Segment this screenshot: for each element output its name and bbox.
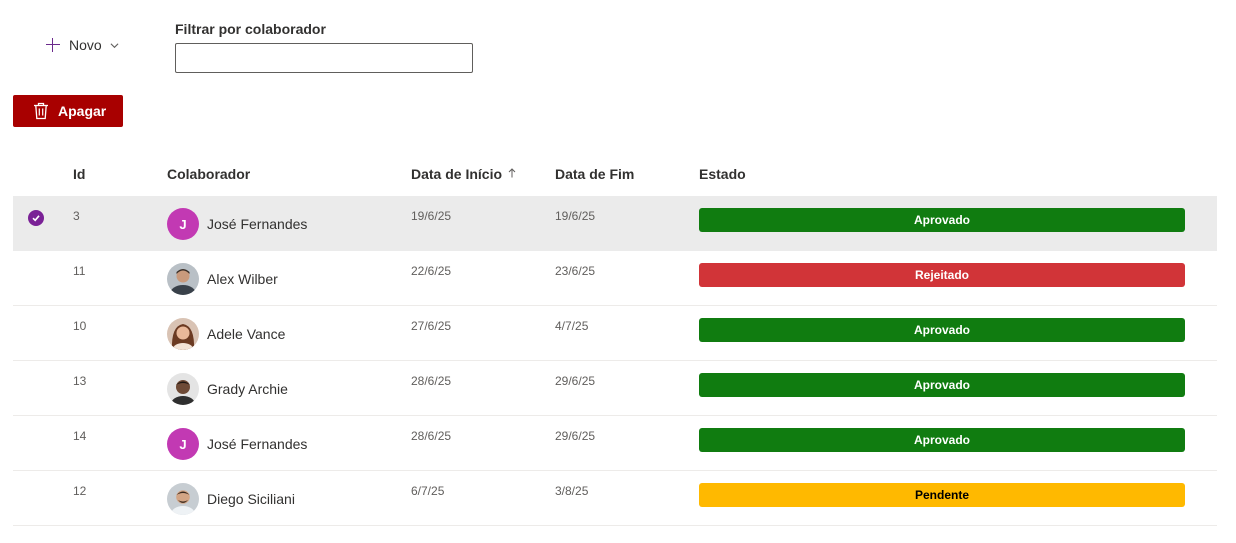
cell-collaborator: Diego Siciliani bbox=[207, 491, 295, 507]
cell-id: 12 bbox=[73, 484, 87, 498]
table-row[interactable]: 11 Alex Wilber 22/6/25 23/6/25 Rejeitado bbox=[13, 251, 1217, 306]
status-badge: Aprovado bbox=[699, 208, 1185, 232]
avatar: J bbox=[167, 208, 199, 240]
status-badge: Aprovado bbox=[699, 428, 1185, 452]
cell-end-date: 29/6/25 bbox=[555, 374, 596, 388]
column-header-id[interactable]: Id bbox=[73, 166, 85, 182]
column-header-start-date[interactable]: Data de Início bbox=[411, 166, 516, 182]
table-row[interactable]: 14 J José Fernandes 28/6/25 29/6/25 Apro… bbox=[13, 416, 1217, 471]
filter-label: Filtrar por colaborador bbox=[175, 21, 326, 37]
cell-end-date: 29/6/25 bbox=[555, 429, 596, 443]
trash-icon bbox=[34, 102, 48, 120]
cell-collaborator: Alex Wilber bbox=[207, 271, 278, 287]
avatar bbox=[167, 373, 199, 405]
cell-id: 14 bbox=[73, 429, 87, 443]
column-header-collaborator[interactable]: Colaborador bbox=[167, 166, 250, 182]
new-button[interactable]: Novo bbox=[40, 32, 119, 58]
cell-collaborator: José Fernandes bbox=[207, 436, 308, 452]
avatar-initial: J bbox=[179, 436, 187, 452]
status-badge: Aprovado bbox=[699, 318, 1185, 342]
delete-button[interactable]: Apagar bbox=[13, 95, 123, 127]
column-header-end-date[interactable]: Data de Fim bbox=[555, 166, 634, 182]
plus-icon bbox=[45, 37, 61, 53]
cell-collaborator: Adele Vance bbox=[207, 326, 286, 342]
sort-ascending-icon bbox=[508, 168, 516, 178]
avatar bbox=[167, 483, 199, 515]
avatar bbox=[167, 263, 199, 295]
cell-start-date: 19/6/25 bbox=[411, 209, 452, 223]
cell-end-date: 23/6/25 bbox=[555, 264, 596, 278]
delete-button-label: Apagar bbox=[58, 103, 107, 119]
table-row[interactable]: 3 J José Fernandes 19/6/25 19/6/25 Aprov… bbox=[13, 196, 1217, 251]
new-button-label: Novo bbox=[69, 37, 102, 53]
table-row[interactable]: 13 Grady Archie 28/6/25 29/6/25 Aprovado bbox=[13, 361, 1217, 416]
cell-id: 3 bbox=[73, 209, 80, 223]
cell-end-date: 19/6/25 bbox=[555, 209, 596, 223]
chevron-down-icon bbox=[110, 42, 119, 48]
cell-start-date: 28/6/25 bbox=[411, 429, 452, 443]
avatar: J bbox=[167, 428, 199, 460]
cell-end-date: 4/7/25 bbox=[555, 319, 589, 333]
row-selected-check-icon[interactable] bbox=[28, 210, 44, 226]
table-row[interactable]: 10 Adele Vance 27/6/25 4/7/25 Aprovado bbox=[13, 306, 1217, 361]
cell-id: 10 bbox=[73, 319, 87, 333]
column-header-status[interactable]: Estado bbox=[699, 166, 746, 182]
status-badge: Rejeitado bbox=[699, 263, 1185, 287]
cell-end-date: 3/8/25 bbox=[555, 484, 589, 498]
filter-collaborator-input[interactable] bbox=[175, 43, 473, 73]
cell-start-date: 28/6/25 bbox=[411, 374, 452, 388]
cell-collaborator: Grady Archie bbox=[207, 381, 288, 397]
cell-start-date: 22/6/25 bbox=[411, 264, 452, 278]
cell-start-date: 27/6/25 bbox=[411, 319, 452, 333]
cell-collaborator: José Fernandes bbox=[207, 216, 308, 232]
column-header-start-date-label: Data de Início bbox=[411, 166, 503, 182]
cell-id: 11 bbox=[73, 264, 86, 278]
status-badge: Aprovado bbox=[699, 373, 1185, 397]
status-badge: Pendente bbox=[699, 483, 1185, 507]
avatar-initial: J bbox=[179, 216, 187, 232]
avatar bbox=[167, 318, 199, 350]
table-row[interactable]: 12 Diego Siciliani 6/7/25 3/8/25 Pendent… bbox=[13, 471, 1217, 526]
cell-start-date: 6/7/25 bbox=[411, 484, 445, 498]
cell-id: 13 bbox=[73, 374, 87, 388]
